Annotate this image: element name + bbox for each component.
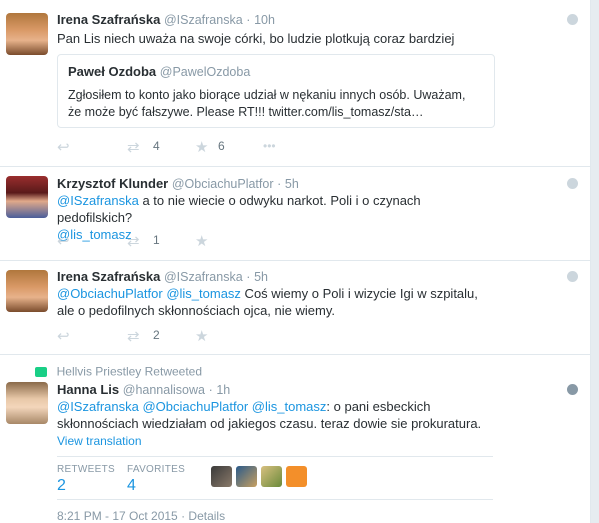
tweet-header: Irena Szafrańska @ISzafranska · 5h [57, 269, 268, 284]
favorite-count: 6 [218, 139, 225, 153]
favorite-icon[interactable]: ★ [195, 327, 208, 345]
retweet-icon[interactable]: ⇄ [127, 232, 140, 250]
quote-author-handle: @PawelOzdoba [159, 65, 251, 79]
tweet-krzysztof[interactable]: Krzysztof Klunder @ObciachuPlatfor · 5h … [0, 166, 590, 261]
quote-author-name: Paweł Ozdoba [68, 64, 157, 79]
retweets-label[interactable]: RETWEETS [57, 464, 115, 475]
separator: · [208, 383, 213, 397]
retweet-count: 1 [153, 233, 160, 247]
more-icon[interactable]: ••• [263, 139, 276, 153]
author-handle[interactable]: @ISzafranska [164, 270, 243, 284]
tweet-time[interactable]: 1h [216, 383, 230, 397]
favoriter-avatar[interactable] [261, 466, 282, 487]
tweet-irena-2[interactable]: Irena Szafrańska @ISzafranska · 5h @Obci… [0, 260, 590, 355]
timeline-column: Irena Szafrańska @ISzafranska · 10h Pan … [0, 0, 591, 523]
globe-icon [567, 178, 578, 189]
quote-text: Zgłosiłem to konto jako biorące udział w… [68, 88, 466, 119]
retweets-value[interactable]: 2 [57, 477, 66, 495]
tweet-header: Hanna Lis @hannalisowa · 1h [57, 382, 230, 397]
tweet-actions: ↩ ⇄ 1 ★ [57, 232, 257, 250]
favorites-value[interactable]: 4 [127, 477, 136, 495]
separator: · [246, 270, 251, 284]
retweet-count: 4 [153, 139, 160, 153]
author-handle[interactable]: @ISzafranska [164, 13, 243, 27]
reply-icon[interactable]: ↩ [57, 232, 70, 250]
favorite-icon[interactable]: ★ [195, 138, 208, 156]
separator: · [181, 509, 186, 523]
tweet-actions: ↩ ⇄ 2 ★ [57, 327, 257, 345]
retweet-context: Hellvis Priestley Retweeted [35, 363, 202, 379]
tweet-time[interactable]: 5h [254, 270, 268, 284]
author-name[interactable]: Krzysztof Klunder [57, 176, 168, 191]
author-name[interactable]: Irena Szafrańska [57, 12, 160, 27]
tweet-actions: ↩ ⇄ 4 ★ 6 ••• [57, 138, 317, 156]
retweet-count: 2 [153, 328, 160, 342]
mention-link[interactable]: @ObciachuPlatfor [57, 286, 163, 301]
globe-icon [567, 14, 578, 25]
tweet-stats: RETWEETS 2 FAVORITES 4 [57, 456, 493, 500]
separator: · [277, 177, 282, 191]
tweet-header: Krzysztof Klunder @ObciachuPlatfor · 5h [57, 176, 299, 191]
details-link[interactable]: Details [188, 509, 225, 523]
avatar[interactable] [6, 176, 48, 218]
globe-icon [567, 271, 578, 282]
retweeted-icon [35, 366, 47, 377]
mention-link[interactable]: @lis_tomasz [252, 399, 327, 414]
retweeted-by[interactable]: Hellvis Priestley Retweeted [57, 365, 202, 379]
tweet-time[interactable]: 5h [285, 177, 299, 191]
retweet-icon[interactable]: ⇄ [127, 138, 140, 156]
favoriter-avatar[interactable] [286, 466, 307, 487]
tweet-timestamp-row: 8:21 PM - 17 Oct 2015 · Details [57, 509, 225, 523]
mention-link[interactable]: @ObciachuPlatfor [142, 399, 248, 414]
mention-link[interactable]: @ISzafranska [57, 193, 139, 208]
reply-icon[interactable]: ↩ [57, 138, 70, 156]
author-name[interactable]: Irena Szafrańska [57, 269, 160, 284]
view-translation-link[interactable]: View translation [57, 434, 142, 448]
mention-link[interactable]: @lis_tomasz [166, 286, 241, 301]
mention-link[interactable]: @ISzafranska [57, 399, 139, 414]
tweet-header: Irena Szafrańska @ISzafranska · 10h [57, 12, 275, 27]
favorite-icon[interactable]: ★ [195, 232, 208, 250]
quote-header: Paweł Ozdoba @PawelOzdoba [68, 64, 250, 79]
retweet-icon[interactable]: ⇄ [127, 327, 140, 345]
tweet-timestamp[interactable]: 8:21 PM - 17 Oct 2015 [57, 509, 178, 523]
author-handle[interactable]: @hannalisowa [123, 383, 205, 397]
author-name[interactable]: Hanna Lis [57, 382, 119, 397]
avatar[interactable] [6, 270, 48, 312]
reply-icon[interactable]: ↩ [57, 327, 70, 345]
tweet-text: @ObciachuPlatfor @lis_tomasz Coś wiemy o… [57, 285, 497, 319]
tweet-irena-1[interactable]: Irena Szafrańska @ISzafranska · 10h Pan … [0, 0, 590, 167]
avatar[interactable] [6, 382, 48, 424]
tweet-time[interactable]: 10h [254, 13, 275, 27]
separator: · [246, 13, 251, 27]
globe-icon [567, 384, 578, 395]
favoriter-avatar[interactable] [236, 466, 257, 487]
avatar[interactable] [6, 13, 48, 55]
quoted-tweet[interactable]: Paweł Ozdoba @PawelOzdoba Zgłosiłem to k… [57, 54, 495, 128]
favorites-label[interactable]: FAVORITES [127, 464, 185, 475]
favoriter-avatar[interactable] [211, 466, 232, 487]
tweet-text: @ISzafranska @ObciachuPlatfor @lis_tomas… [57, 398, 497, 432]
author-handle[interactable]: @ObciachuPlatfor [172, 177, 274, 191]
tweet-text: Pan Lis niech uważa na swoje córki, bo l… [57, 31, 455, 46]
